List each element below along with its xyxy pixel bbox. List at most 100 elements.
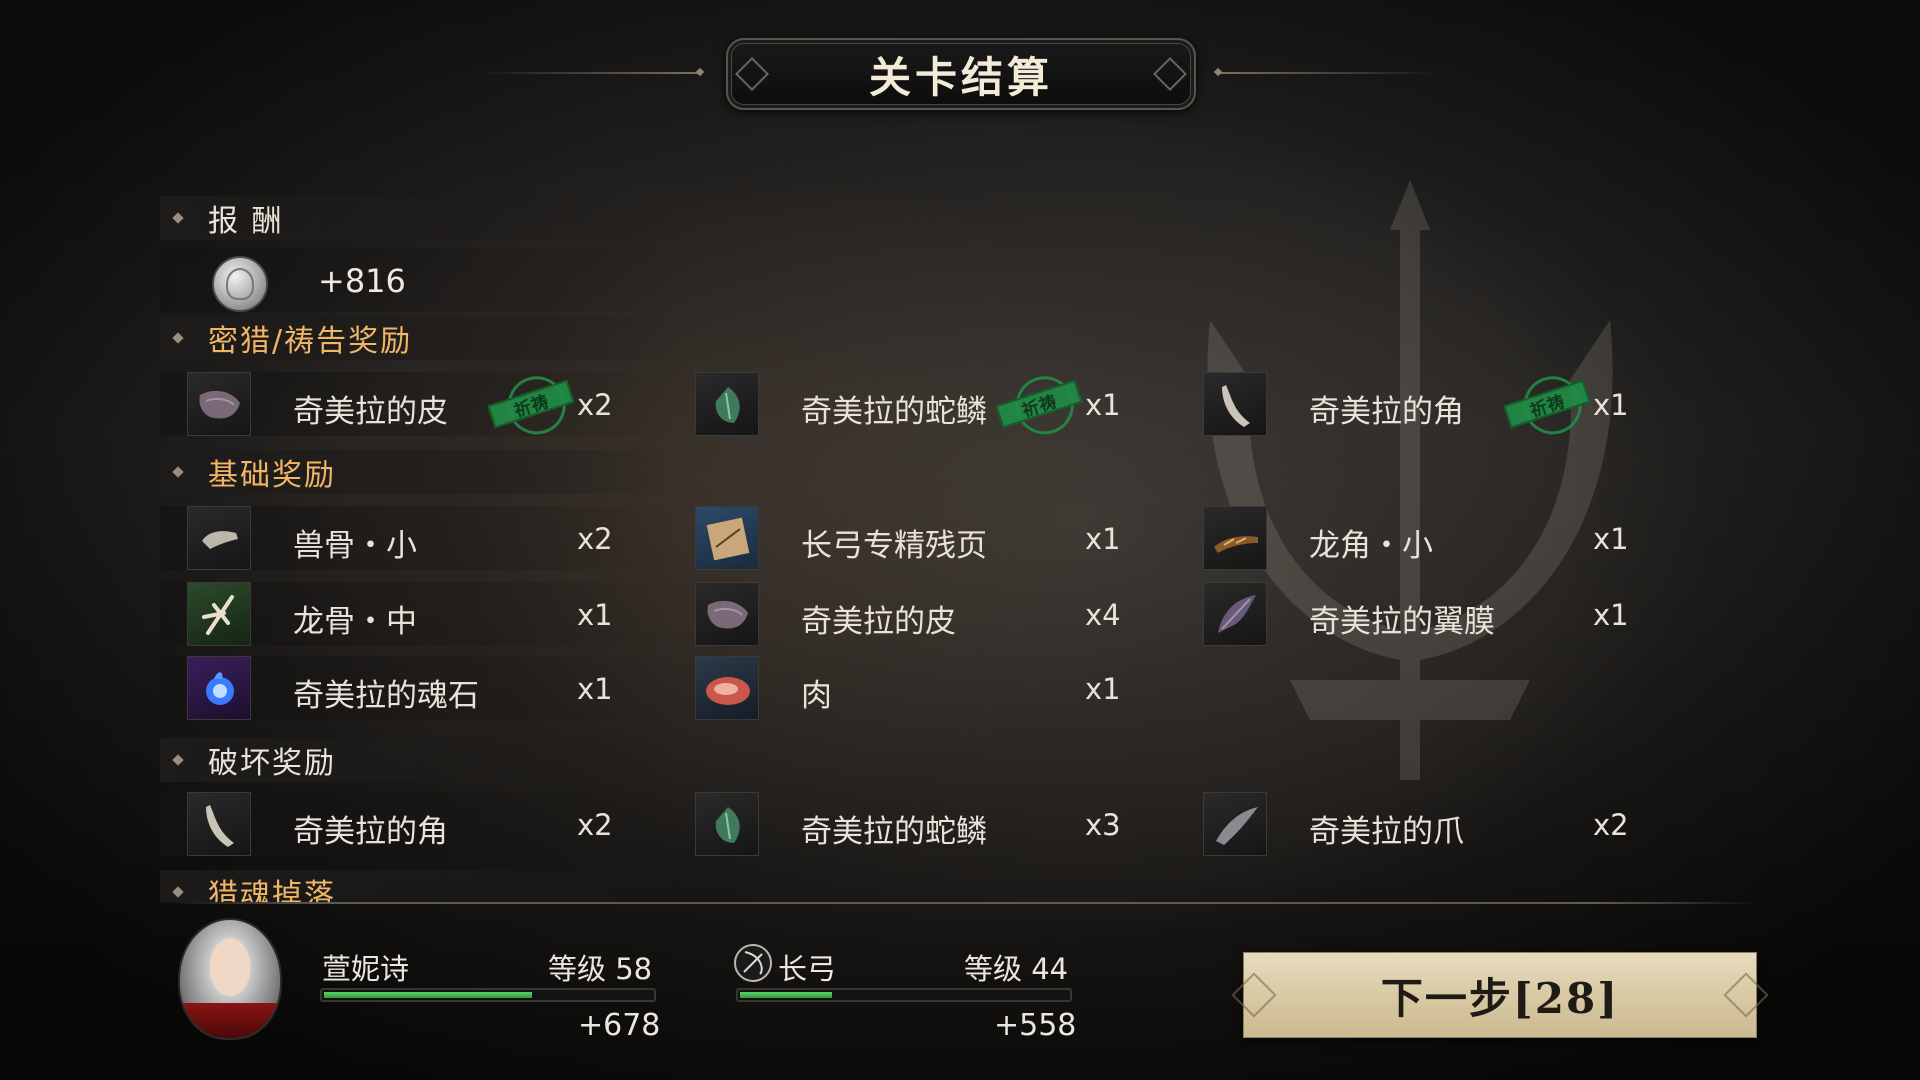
- scroll-clip: 猎魂掉落: [0, 870, 1920, 902]
- scale-icon: [695, 372, 759, 436]
- item-name: 长弓专精残页: [801, 528, 987, 564]
- diamond-marker-icon: [172, 886, 184, 898]
- item-quantity: x3: [1085, 808, 1121, 842]
- exp-bar-fill: [740, 992, 833, 998]
- item-name: 奇美拉的皮: [293, 394, 448, 430]
- reward-item[interactable]: 奇美拉的皮 祈祷 x2: [187, 368, 647, 442]
- item-name: 奇美拉的角: [293, 814, 448, 850]
- item-quantity: x2: [577, 808, 613, 842]
- title-bar: 关卡结算: [0, 38, 1920, 110]
- item-quantity: x2: [1593, 808, 1629, 842]
- reward-item[interactable]: 奇美拉的角 祈祷 x1: [1203, 368, 1663, 442]
- bone-icon: [187, 506, 251, 570]
- item-quantity: x1: [1593, 388, 1629, 422]
- bottom-divider: [160, 902, 1760, 904]
- reward-item[interactable]: 奇美拉的蛇鳞 祈祷 x1: [695, 368, 1155, 442]
- section-title: 猎魂掉落: [208, 878, 336, 902]
- reward-item[interactable]: 奇美拉的翼膜 x1: [1203, 582, 1663, 646]
- item-quantity: x1: [1593, 522, 1629, 556]
- reward-item[interactable]: 奇美拉的魂石 x1: [187, 656, 647, 720]
- weapon-name: 长弓: [778, 952, 837, 986]
- item-name: 奇美拉的爪: [1309, 814, 1464, 850]
- item-name: 奇美拉的魂石: [293, 678, 479, 714]
- character-level: 等级 58: [548, 952, 653, 986]
- reward-item[interactable]: 奇美拉的角 x2: [187, 792, 647, 856]
- section-reward-header: 报 酬: [160, 196, 680, 240]
- claw-icon: [1203, 792, 1267, 856]
- diamond-marker-icon: [172, 332, 184, 344]
- item-name: 奇美拉的蛇鳞: [801, 814, 987, 850]
- next-step-button[interactable]: 下一步[28]: [1243, 952, 1757, 1038]
- hide-icon: [695, 582, 759, 646]
- dragon-horn-icon: [1203, 506, 1267, 570]
- section-destroy-header: 破坏奖励: [160, 738, 680, 782]
- coin-value: +816: [318, 262, 406, 300]
- item-name: 兽骨・小: [293, 528, 417, 564]
- reward-item[interactable]: 肉 x1: [695, 656, 1155, 720]
- reward-item[interactable]: 龙骨・中 x1: [187, 582, 647, 646]
- prayer-stamp: 祈祷: [1498, 362, 1596, 445]
- item-name: 龙角・小: [1309, 528, 1433, 564]
- prayer-stamp: 祈祷: [990, 362, 1088, 445]
- item-quantity: x2: [577, 522, 613, 556]
- section-title: 报 酬: [208, 204, 284, 239]
- character-exp-gain: +678: [578, 1008, 661, 1043]
- coin-icon: [212, 256, 268, 312]
- horn-icon: [1203, 372, 1267, 436]
- avatar: [178, 918, 282, 1040]
- diamond-marker-icon: [172, 466, 184, 478]
- item-quantity: x1: [1085, 522, 1121, 556]
- section-basic-header: 基础奖励: [160, 450, 680, 494]
- horn-icon: [187, 792, 251, 856]
- item-name: 肉: [801, 678, 832, 714]
- item-quantity: x1: [1593, 598, 1629, 632]
- item-name: 奇美拉的皮: [801, 604, 956, 640]
- title-plate: 关卡结算: [726, 38, 1196, 110]
- scale-icon: [695, 792, 759, 856]
- item-name: 奇美拉的翼膜: [1309, 604, 1495, 640]
- item-name: 奇美拉的蛇鳞: [801, 394, 987, 430]
- reward-item[interactable]: 奇美拉的皮 x4: [695, 582, 1155, 646]
- section-title: 密猎/祷告奖励: [208, 324, 413, 359]
- item-name: 奇美拉的角: [1309, 394, 1464, 430]
- weapon-exp-gain: +558: [994, 1008, 1077, 1043]
- item-quantity: x4: [1085, 598, 1121, 632]
- weapon-level: 等级 44: [964, 952, 1069, 986]
- character-name: 萱妮诗: [322, 952, 410, 986]
- section-prayer-header: 密猎/祷告奖励: [160, 316, 680, 360]
- bow-icon: [734, 944, 772, 982]
- reward-item[interactable]: 奇美拉的爪 x2: [1203, 792, 1663, 856]
- character-exp-bar: [320, 988, 656, 1002]
- ornament-icon: [735, 57, 769, 91]
- reward-item[interactable]: 奇美拉的蛇鳞 x3: [695, 792, 1155, 856]
- hide-icon: [187, 372, 251, 436]
- item-quantity: x1: [577, 672, 613, 706]
- dragon-bone-icon: [187, 582, 251, 646]
- section-title: 破坏奖励: [208, 746, 336, 781]
- next-step-label: 下一步[28]: [1380, 973, 1620, 1023]
- page-title: 关卡结算: [868, 52, 1053, 102]
- weapon-exp-bar: [736, 988, 1072, 1002]
- title-divider-left: [480, 72, 700, 74]
- item-name: 龙骨・中: [293, 604, 417, 640]
- page-icon: [695, 506, 759, 570]
- diamond-marker-icon: [172, 754, 184, 766]
- exp-bar-fill: [324, 992, 533, 998]
- reward-item[interactable]: 长弓专精残页 x1: [695, 506, 1155, 570]
- ornament-icon: [1153, 57, 1187, 91]
- trident-emblem-icon: [1207, 180, 1613, 780]
- prayer-stamp: 祈祷: [482, 362, 580, 445]
- reward-item[interactable]: 龙角・小 x1: [1203, 506, 1663, 570]
- reward-item[interactable]: 兽骨・小 x2: [187, 506, 647, 570]
- section-hunt-header: 猎魂掉落: [160, 870, 680, 902]
- section-title: 基础奖励: [208, 458, 336, 493]
- item-quantity: x1: [577, 598, 613, 632]
- item-quantity: x1: [1085, 672, 1121, 706]
- diamond-marker-icon: [172, 212, 184, 224]
- title-divider-right: [1218, 72, 1438, 74]
- soulstone-icon: [187, 656, 251, 720]
- item-quantity: x1: [1085, 388, 1121, 422]
- meat-icon: [695, 656, 759, 720]
- wing-membrane-icon: [1203, 582, 1267, 646]
- item-quantity: x2: [577, 388, 613, 422]
